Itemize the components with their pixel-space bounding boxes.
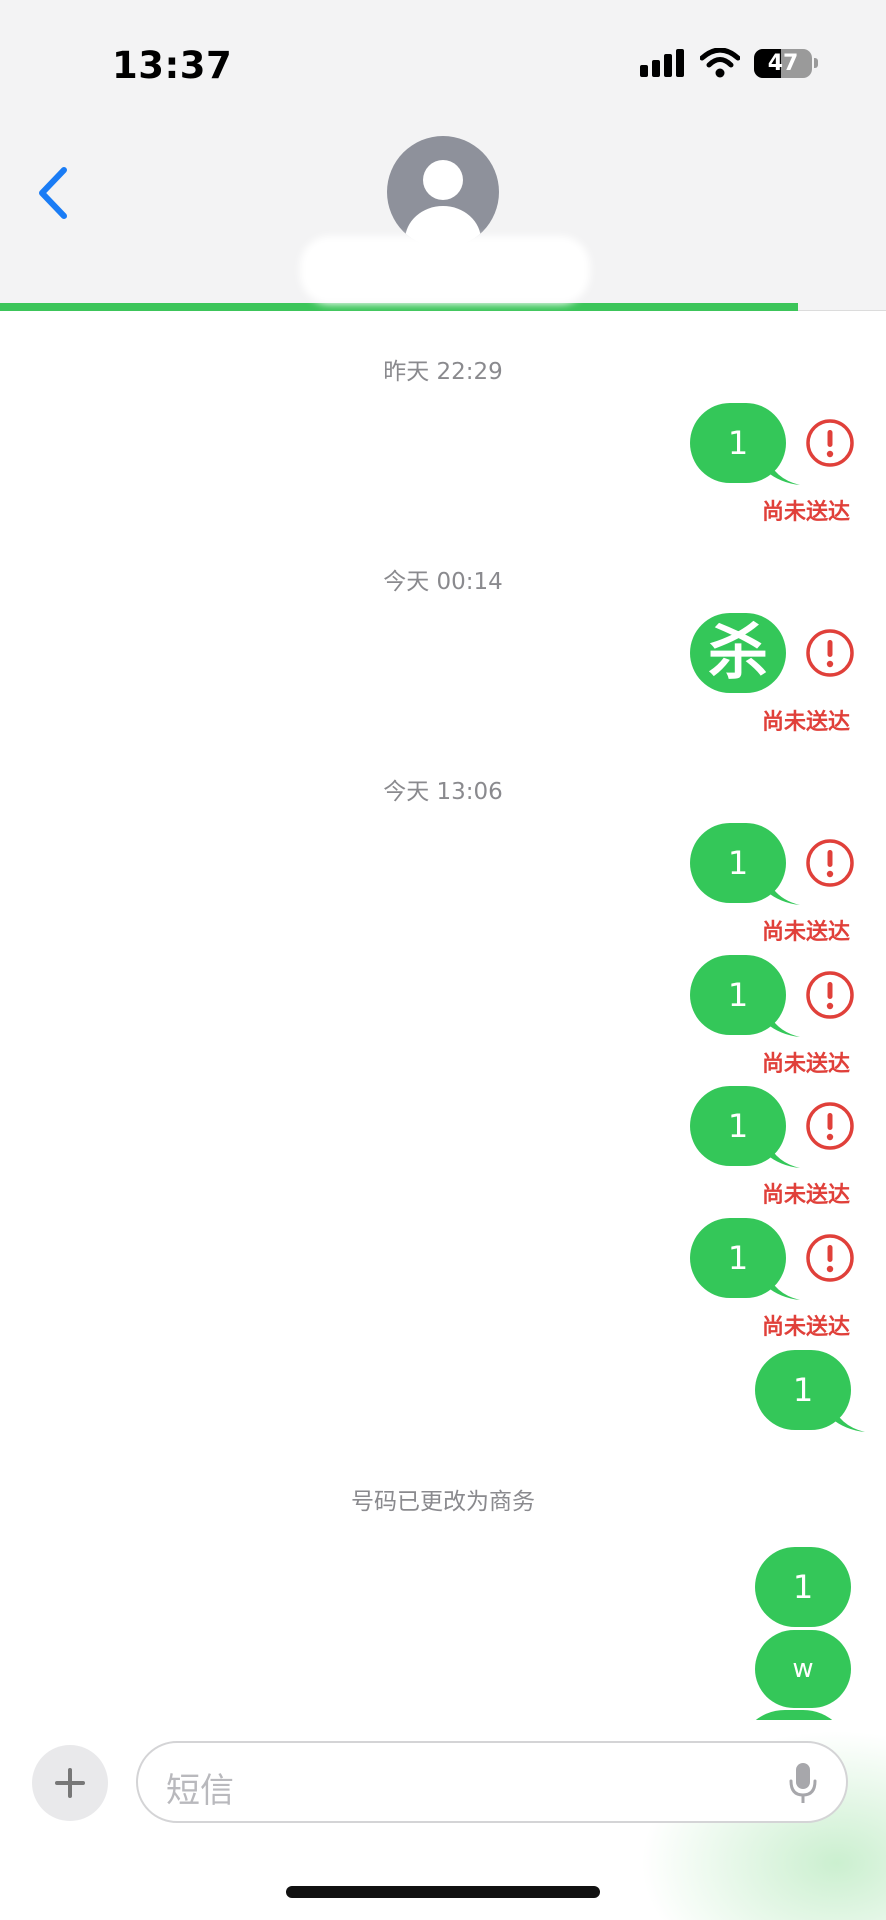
battery-icon: 47	[754, 48, 812, 78]
message-text: 杀	[708, 618, 768, 688]
cellular-signal-icon	[640, 49, 684, 77]
contact-avatar[interactable]	[387, 136, 499, 248]
bubble-tail	[831, 1402, 865, 1432]
header-divider	[798, 310, 886, 311]
message-bubble[interactable]: 1	[690, 1218, 800, 1300]
wifi-icon	[700, 48, 740, 78]
message-bubble[interactable]: 1	[690, 955, 800, 1037]
bubble-tail	[766, 1270, 800, 1300]
message-text: 1	[792, 1568, 814, 1606]
message-bubble[interactable]: 1	[690, 823, 800, 905]
error-icon[interactable]	[805, 838, 855, 888]
message-bubble[interactable]: 1	[690, 1086, 800, 1168]
message-bubble[interactable]: w	[755, 1630, 851, 1708]
message-text: w	[792, 1654, 814, 1684]
send-progress-bar	[0, 303, 798, 311]
add-attachment-button[interactable]	[32, 1745, 108, 1821]
error-icon[interactable]	[805, 1233, 855, 1283]
bubble-tail	[766, 875, 800, 905]
plus-icon	[55, 1768, 85, 1798]
home-indicator	[286, 1886, 600, 1898]
battery-level: 47	[767, 50, 799, 76]
message-bubble[interactable]: 1	[755, 1350, 865, 1432]
timestamp: 昨天 22:29	[383, 359, 503, 385]
message-bubble[interactable]: 杀	[690, 613, 786, 693]
bubble-tail	[766, 455, 800, 485]
undelivered-label: 尚未送达	[761, 920, 850, 945]
message-bubble[interactable]: 1	[690, 403, 800, 485]
battery-tip	[814, 58, 818, 68]
error-icon[interactable]	[805, 628, 855, 678]
bubble-tail	[766, 1007, 800, 1037]
timestamp: 今天 00:14	[383, 569, 503, 595]
status-icons: 47	[640, 48, 818, 78]
system-notice: 号码已更改为商务	[351, 1489, 535, 1515]
undelivered-label: 尚未送达	[761, 500, 850, 525]
error-icon[interactable]	[805, 418, 855, 468]
undelivered-label: 尚未送达	[761, 1052, 850, 1077]
error-icon[interactable]	[805, 970, 855, 1020]
bubble-tail	[766, 1138, 800, 1168]
error-icon[interactable]	[805, 1101, 855, 1151]
undelivered-label: 尚未送达	[761, 1315, 850, 1340]
timestamp: 今天 13:06	[383, 779, 503, 805]
status-time: 13:37	[112, 44, 233, 87]
back-chevron-icon[interactable]	[34, 166, 74, 220]
contact-name-redacted[interactable]	[300, 236, 590, 304]
undelivered-label: 尚未送达	[761, 1183, 850, 1208]
message-bubble[interactable]: 1	[755, 1547, 851, 1627]
undelivered-label: 尚未送达	[761, 710, 850, 735]
message-input-placeholder: 短信	[166, 1771, 234, 1811]
avatar-person-icon	[405, 160, 481, 248]
microphone-icon[interactable]	[788, 1761, 818, 1805]
message-input[interactable]: 短信	[136, 1741, 848, 1823]
